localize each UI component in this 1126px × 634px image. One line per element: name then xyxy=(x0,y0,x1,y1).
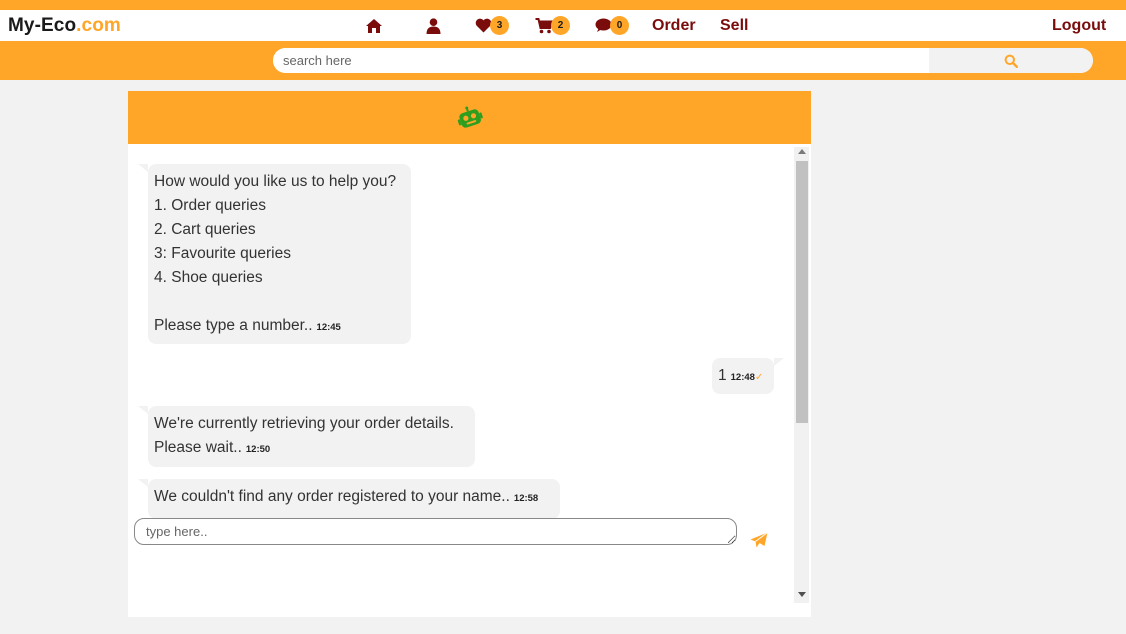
scroll-up-arrow-icon[interactable] xyxy=(798,149,806,154)
favourites-count-badge: 3 xyxy=(490,16,509,35)
search-box xyxy=(273,48,1093,73)
cart-count-badge: 2 xyxy=(551,16,570,35)
message-line: 1. Order queries xyxy=(154,197,266,214)
message-line: 2. Cart queries xyxy=(154,221,256,238)
user-icon xyxy=(426,17,441,34)
message-spacer xyxy=(154,290,405,314)
message-line: We couldn't find any order registered to… xyxy=(154,488,510,505)
nav-messages[interactable]: 0 xyxy=(595,10,629,41)
nav-home[interactable] xyxy=(365,10,383,41)
message-line: Please type a number.. xyxy=(154,317,313,334)
messages-count-badge: 0 xyxy=(610,16,629,35)
user-message: 1 12:48✓ xyxy=(712,358,784,394)
top-accent-strip xyxy=(0,0,1126,10)
message-timestamp: 12:48 xyxy=(730,372,755,383)
message-line: 3: Favourite queries xyxy=(154,245,291,262)
checkmark-icon: ✓ xyxy=(754,372,764,383)
search-bar-row xyxy=(0,41,1126,80)
brand-suffix: .com xyxy=(76,15,121,36)
search-icon xyxy=(1004,54,1018,68)
scroll-thumb[interactable] xyxy=(796,161,808,423)
home-icon xyxy=(366,18,382,33)
search-input[interactable] xyxy=(273,48,929,73)
logout-link[interactable]: Logout xyxy=(1052,10,1106,41)
robot-icon xyxy=(457,106,483,128)
nav-favourites[interactable]: 3 xyxy=(475,10,509,41)
bot-message: We're currently retrieving your order de… xyxy=(138,406,475,467)
message-line: 1 xyxy=(718,367,727,384)
send-icon xyxy=(750,531,768,547)
message-line: Please wait.. xyxy=(154,439,242,456)
logout-label: Logout xyxy=(1052,16,1107,34)
nav-order-link[interactable]: Order xyxy=(652,10,696,41)
message-timestamp: 12:58 xyxy=(513,493,539,504)
chat-panel: How would you like us to help you? 1. Or… xyxy=(128,91,811,617)
message-line: How would you like us to help you? xyxy=(154,173,397,190)
chat-header xyxy=(128,91,811,144)
message-timestamp: 12:45 xyxy=(316,322,341,333)
brand-logo[interactable]: My-Eco.com xyxy=(8,15,121,37)
nav-sell-label: Sell xyxy=(720,16,749,34)
message-timestamp: 12:50 xyxy=(245,444,271,455)
bot-message: We couldn't find any order registered to… xyxy=(138,479,560,519)
message-line: We're currently retrieving your order de… xyxy=(154,415,454,432)
messages-scrollbar[interactable] xyxy=(794,147,809,603)
brand-name: My-Eco xyxy=(8,15,77,36)
nav-cart[interactable]: 2 xyxy=(535,10,570,41)
scroll-down-arrow-icon[interactable] xyxy=(798,592,806,597)
nav-profile[interactable] xyxy=(426,10,441,41)
nav-sell-link[interactable]: Sell xyxy=(720,10,748,41)
nav-order-label: Order xyxy=(652,16,696,34)
send-button[interactable] xyxy=(748,531,770,551)
navbar: My-Eco.com 3 2 0 Order Sell Logout xyxy=(0,10,1126,41)
bot-message: How would you like us to help you? 1. Or… xyxy=(138,164,411,344)
search-button[interactable] xyxy=(929,48,1093,73)
message-line: 4. Shoe queries xyxy=(154,269,263,286)
message-input[interactable] xyxy=(134,518,737,545)
